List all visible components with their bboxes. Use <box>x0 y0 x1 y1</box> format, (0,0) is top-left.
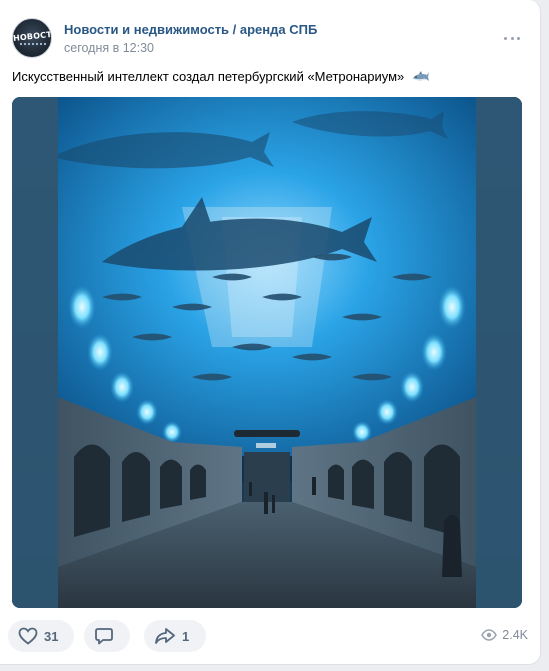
comment-button[interactable] <box>84 620 130 652</box>
avatar[interactable]: НОВОСТИ <box>12 18 52 58</box>
post-text-content: Искусственный интеллект создал петербург… <box>12 69 405 84</box>
post-header: НОВОСТИ Новости и недвижимость / аренда … <box>12 18 532 60</box>
metronarium-image <box>12 97 522 608</box>
views-count: 2.4K <box>502 628 528 642</box>
views-counter: 2.4K <box>481 628 528 642</box>
post-text: Искусственный интеллект создал петербург… <box>12 69 430 87</box>
avatar-logo-text: НОВОСТИ <box>12 29 52 43</box>
shark-icon <box>412 70 430 87</box>
more-options-icon[interactable] <box>502 28 522 48</box>
eye-icon <box>481 629 498 641</box>
post-actions-bar: 31 1 2.4K <box>8 620 538 652</box>
group-name-link[interactable]: Новости и недвижимость / аренда СПБ <box>64 22 317 37</box>
avatar-decoration <box>20 43 46 49</box>
post-card: НОВОСТИ Новости и недвижимость / аренда … <box>0 0 541 665</box>
heart-icon <box>18 627 38 645</box>
post-time[interactable]: сегодня в 12:30 <box>64 41 154 55</box>
share-button[interactable]: 1 <box>144 620 206 652</box>
post-photo[interactable] <box>12 97 522 608</box>
like-count: 31 <box>44 628 59 644</box>
share-count: 1 <box>182 628 190 644</box>
like-button[interactable]: 31 <box>8 620 74 652</box>
share-icon <box>155 628 175 644</box>
comment-icon <box>95 628 113 645</box>
